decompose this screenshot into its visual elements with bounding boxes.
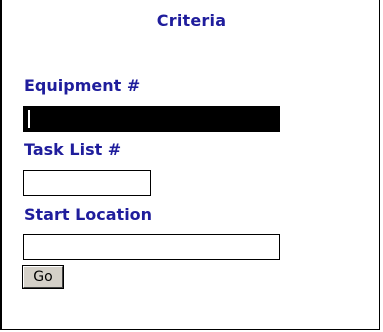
text-cursor: [28, 110, 30, 128]
go-button[interactable]: Go: [22, 265, 64, 289]
form-title: Criteria: [156, 11, 227, 30]
task-list-input[interactable]: [23, 170, 151, 196]
start-location-input[interactable]: [23, 234, 280, 260]
equipment-input[interactable]: [23, 106, 280, 132]
start-location-label: Start Location: [24, 205, 153, 224]
equipment-label: Equipment #: [24, 76, 141, 95]
task-list-label: Task List #: [24, 140, 122, 159]
